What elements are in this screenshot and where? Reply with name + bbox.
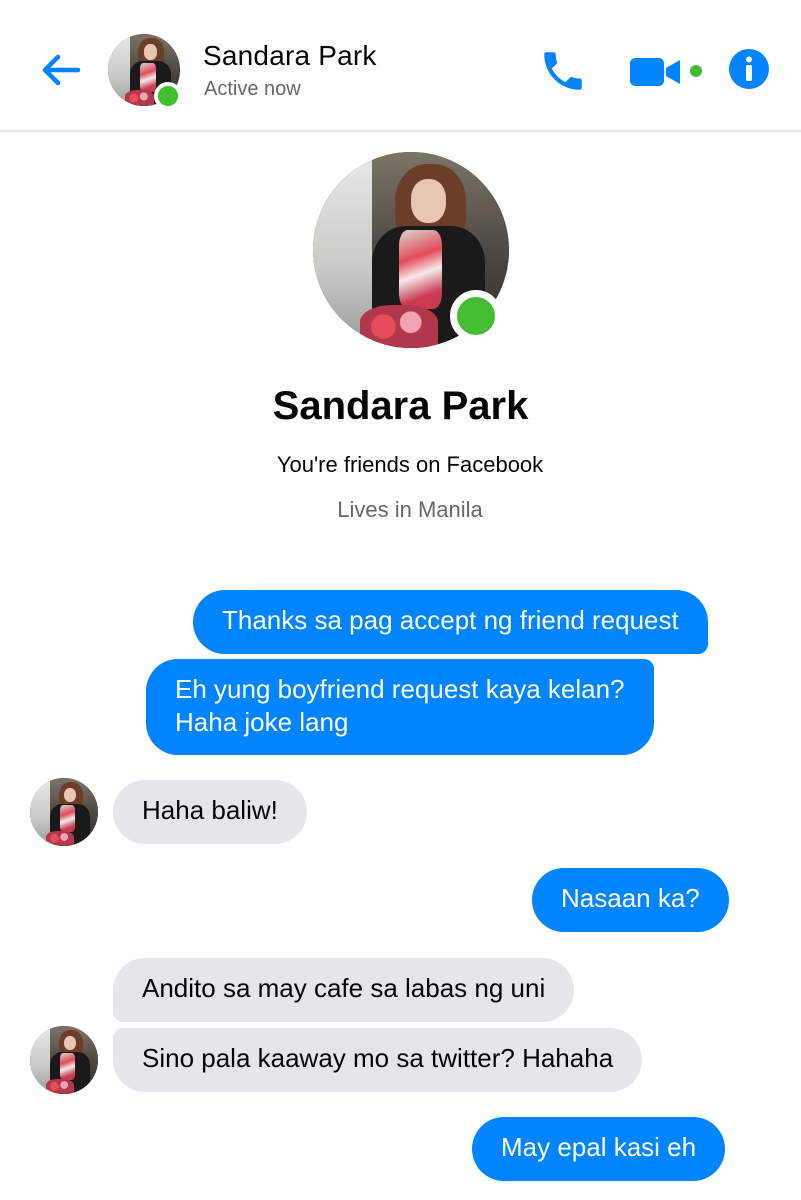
- contact-avatar-small[interactable]: [30, 778, 98, 846]
- message-bubble-outgoing[interactable]: Nasaan ka?: [532, 868, 729, 932]
- info-icon: [729, 49, 769, 89]
- back-button[interactable]: [36, 46, 84, 94]
- profile-location: Lives in Manila: [337, 497, 483, 522]
- message-bubble-outgoing[interactable]: Thanks sa pag accept ng friend request: [193, 590, 708, 654]
- video-camera-icon: [630, 58, 680, 86]
- message-bubble-outgoing[interactable]: Eh yung boyfriend request kaya kelan? Ha…: [146, 659, 654, 755]
- video-online-indicator: [687, 62, 705, 80]
- message-bubble-outgoing[interactable]: May epal kasi eh: [472, 1117, 726, 1181]
- message-bubble-incoming[interactable]: Sino pala kaaway mo sa twitter? Hahaha: [113, 1028, 643, 1092]
- online-indicator: [154, 82, 182, 110]
- friendship-status: You're friends on Facebook: [276, 452, 544, 477]
- back-arrow-icon: [42, 54, 81, 86]
- message-line: Eh yung boyfriend request kaya kelan?: [175, 674, 625, 704]
- profile-online-indicator: [450, 290, 502, 342]
- active-status: Active now: [204, 78, 301, 100]
- conversation-header: Sandara Park Active now: [0, 0, 801, 132]
- contact-name[interactable]: Sandara Park: [203, 40, 377, 72]
- profile-name: Sandara Park: [272, 384, 529, 428]
- message-line: Haha joke lang: [175, 707, 349, 737]
- message-bubble-incoming[interactable]: Andito sa may cafe sa labas ng uni: [113, 958, 575, 1022]
- contact-avatar-small[interactable]: [30, 1026, 98, 1094]
- voice-call-button[interactable]: [538, 46, 588, 96]
- video-call-button[interactable]: [628, 52, 688, 90]
- conversation-info-button[interactable]: [728, 48, 770, 90]
- message-bubble-incoming[interactable]: Haha baliw!: [113, 780, 307, 844]
- phone-icon: [544, 52, 582, 90]
